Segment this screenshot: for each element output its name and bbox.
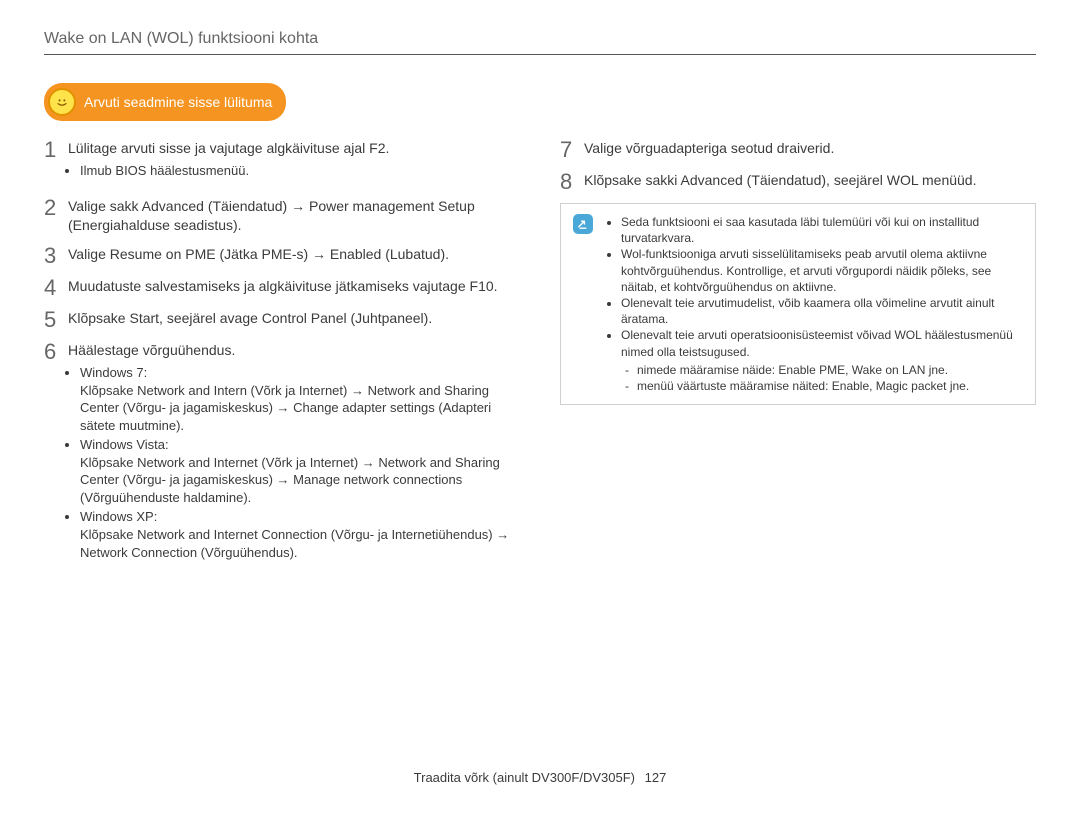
step-number: 6 [44,341,58,363]
step-1: 1 Lülitage arvuti sisse ja vajutage algk… [44,139,520,187]
info-icon [573,214,593,234]
step-3: 3 Valige Resume on PME (Jätka PME-s) → E… [44,245,520,267]
sub-item: Ilmub BIOS häälestusmenüü. [80,162,520,180]
step-text: Klõpsake Start, seejärel avage Control P… [68,309,520,328]
step-text: Lülitage arvuti sisse ja vajutage algkäi… [68,140,389,156]
sub-item: Windows Vista: Klõpsake Network and Inte… [80,436,520,506]
content-columns: 1 Lülitage arvuti sisse ja vajutage algk… [44,139,1036,579]
note-item: Wol-funktsiooniga arvuti sisselülitamise… [621,246,1023,295]
step-5: 5 Klõpsake Start, seejärel avage Control… [44,309,520,331]
step-7: 7 Valige võrguadapteriga seotud draiveri… [560,139,1036,161]
step-number: 5 [44,309,58,331]
left-column: 1 Lülitage arvuti sisse ja vajutage algk… [44,139,520,579]
sub-item: Windows XP: Klõpsake Network and Interne… [80,508,520,561]
sub-item: Windows 7: Klõpsake Network and Intern (… [80,364,520,434]
smiley-icon [48,88,76,116]
section-heading-text: Arvuti seadmine sisse lülituma [84,94,272,110]
step-text: Muudatuste salvestamiseks ja algkäivitus… [68,277,520,296]
note-subitem: menüü väärtuste määramise näited: Enable… [625,378,1023,394]
step-8: 8 Klõpsake sakki Advanced (Täiendatud), … [560,171,1036,193]
page-title: Wake on LAN (WOL) funktsiooni kohta [44,30,1036,55]
step-number: 8 [560,171,574,193]
footer-text: Traadita võrk (ainult DV300F/DV305F) [414,770,635,785]
step-number: 1 [44,139,58,161]
note-subitem: nimede määramise näide: Enable PME, Wake… [625,362,1023,378]
step-6: 6 Häälestage võrguühendus. Windows 7: Kl… [44,341,520,569]
step-text: Häälestage võrguühendus. [68,342,235,358]
right-column: 7 Valige võrguadapteriga seotud draiveri… [560,139,1036,579]
step-number: 4 [44,277,58,299]
step-text: Valige Resume on PME (Jätka PME-s) → Ena… [68,245,520,264]
step-4: 4 Muudatuste salvestamiseks ja algkäivit… [44,277,520,299]
note-item: Seda funktsiooni ei saa kasutada läbi tu… [621,214,1023,246]
step-number: 7 [560,139,574,161]
section-heading-pill: Arvuti seadmine sisse lülituma [44,83,286,121]
step-number: 2 [44,197,58,219]
note-item: Olenevalt teie arvuti operatsioonisüstee… [621,327,1023,394]
step-number: 3 [44,245,58,267]
step-text: Klõpsake sakki Advanced (Täiendatud), se… [584,171,1036,190]
step-text: Valige sakk Advanced (Täiendatud) → Powe… [68,197,520,235]
step-2: 2 Valige sakk Advanced (Täiendatud) → Po… [44,197,520,235]
note-item: Olenevalt teie arvutimudelist, võib kaam… [621,295,1023,327]
step-text: Valige võrguadapteriga seotud draiverid. [584,139,1036,158]
page-footer: Traadita võrk (ainult DV300F/DV305F) 127 [0,770,1080,785]
page-number: 127 [645,770,667,785]
note-box: Seda funktsiooni ei saa kasutada läbi tu… [560,203,1036,405]
